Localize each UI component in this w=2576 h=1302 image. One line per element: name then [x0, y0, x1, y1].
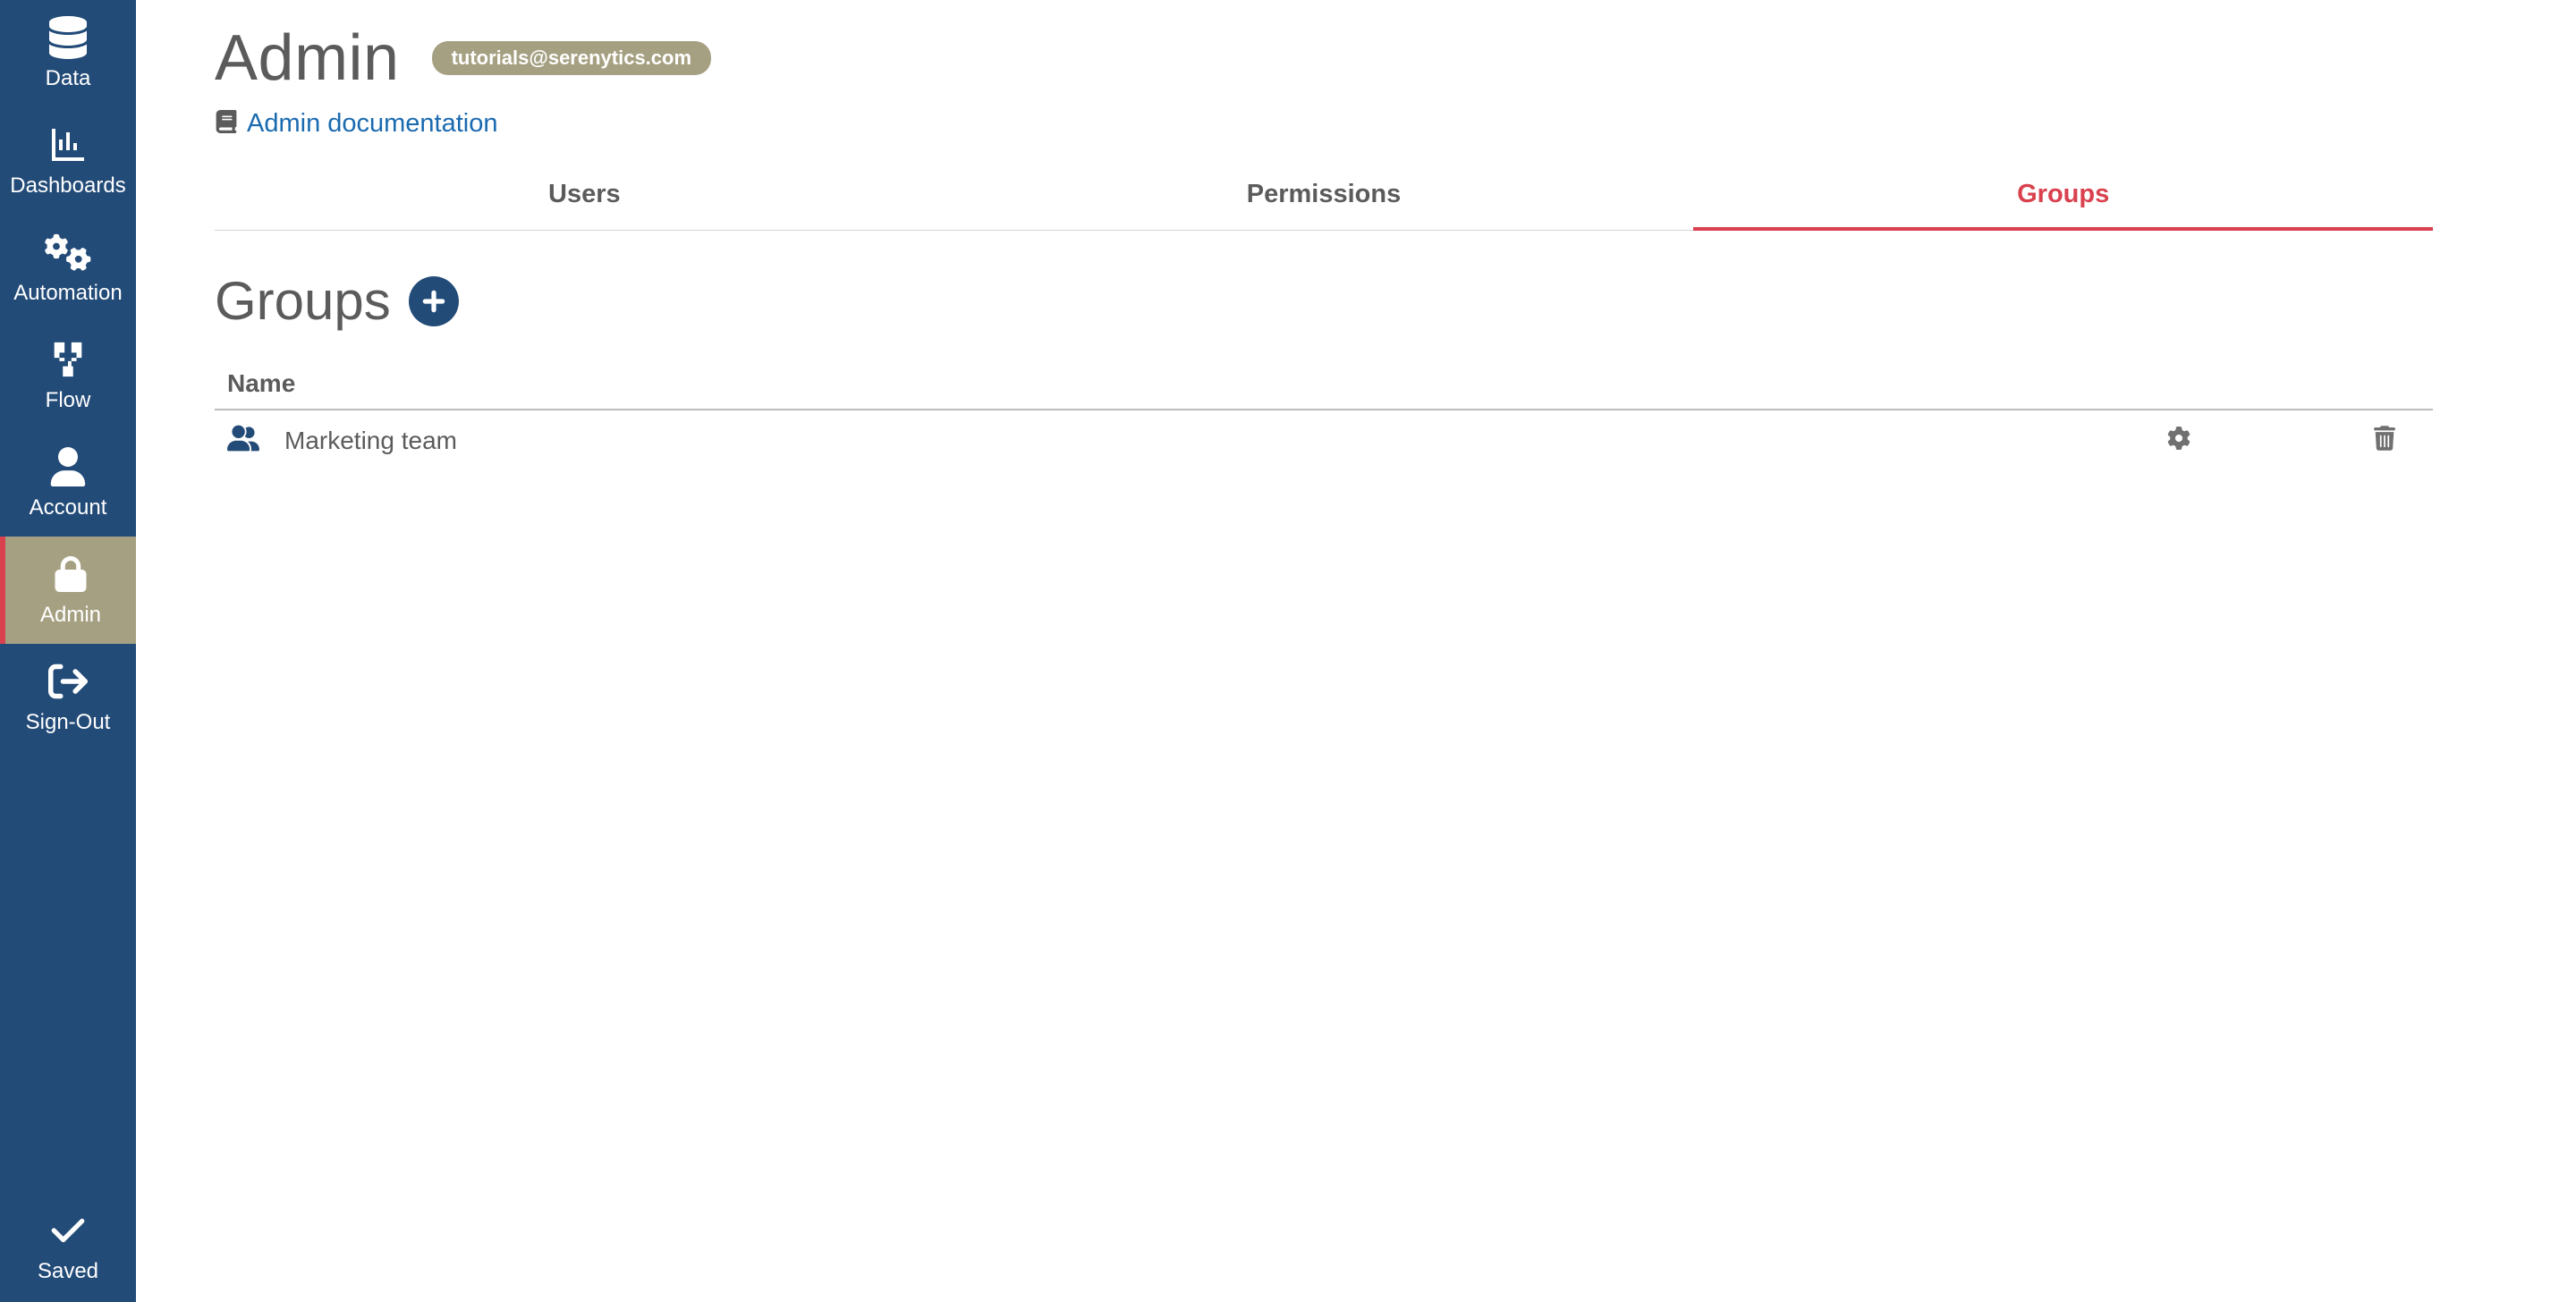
sidebar-item-flow[interactable]: Flow	[0, 322, 136, 429]
sidebar-label: Admin	[40, 603, 101, 628]
sidebar-item-data[interactable]: Data	[0, 0, 136, 107]
main-content: Admin tutorials@serenytics.com Admin doc…	[136, 0, 2576, 1302]
lock-icon	[53, 549, 89, 599]
sidebar-label: Saved	[38, 1259, 98, 1284]
table-header-name: Name	[227, 369, 2420, 398]
sidebar-item-saved[interactable]: Saved	[0, 1196, 136, 1298]
group-settings-button[interactable]	[2167, 438, 2190, 453]
check-icon	[49, 1205, 87, 1256]
tab-permissions[interactable]: Permissions	[954, 165, 1694, 231]
sidebar: Data Dashboards Automation Flow Account	[0, 0, 136, 1302]
user-icon	[48, 442, 88, 492]
book-icon	[215, 110, 238, 138]
sidebar-item-admin[interactable]: Admin	[0, 537, 136, 644]
database-icon	[47, 13, 89, 63]
gears-icon	[45, 227, 91, 277]
sidebar-label: Automation	[13, 281, 122, 306]
sidebar-label: Dashboards	[10, 173, 125, 199]
users-group-icon	[227, 425, 259, 456]
section-title: Groups	[215, 270, 391, 332]
sidebar-item-signout[interactable]: Sign-Out	[0, 644, 136, 751]
group-name: Marketing team	[284, 427, 457, 455]
flow-icon	[47, 334, 89, 385]
section-header: Groups	[215, 270, 2433, 332]
header-row: Admin tutorials@serenytics.com	[215, 21, 2433, 95]
sidebar-label: Flow	[46, 388, 91, 413]
signout-icon	[48, 656, 88, 706]
table-row: Marketing team	[215, 410, 2433, 470]
doc-link-row: Admin documentation	[215, 109, 2433, 139]
admin-documentation-link[interactable]: Admin documentation	[247, 109, 498, 139]
sidebar-label: Data	[46, 66, 91, 91]
sidebar-label: Account	[30, 495, 107, 520]
table-header: Name	[215, 359, 2433, 410]
chart-icon	[47, 120, 89, 170]
tab-groups[interactable]: Groups	[1693, 165, 2433, 231]
sidebar-item-dashboards[interactable]: Dashboards	[0, 107, 136, 215]
add-group-button[interactable]	[409, 276, 459, 326]
user-email-badge: tutorials@serenytics.com	[432, 41, 711, 75]
group-delete-button[interactable]	[2374, 439, 2395, 454]
sidebar-item-automation[interactable]: Automation	[0, 215, 136, 322]
tabs: Users Permissions Groups	[215, 165, 2433, 231]
tab-users[interactable]: Users	[215, 165, 954, 231]
sidebar-item-account[interactable]: Account	[0, 429, 136, 537]
groups-table: Name Marketing team	[215, 359, 2433, 470]
page-title: Admin	[215, 21, 400, 95]
sidebar-label: Sign-Out	[26, 710, 111, 735]
